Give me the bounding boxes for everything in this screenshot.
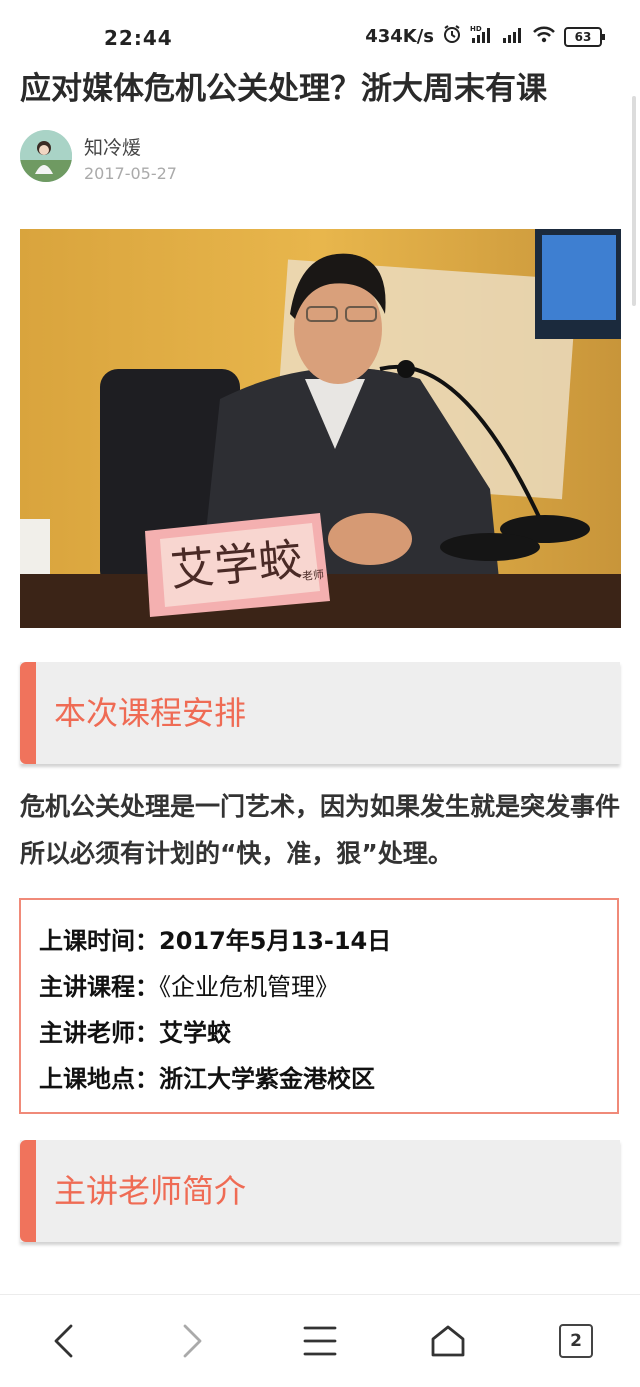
section-accent-bar xyxy=(20,662,36,764)
tabs-button[interactable]: 2 xyxy=(552,1317,600,1365)
course-time-value: 2017年5月13-14日 xyxy=(159,927,392,955)
section-accent-bar xyxy=(20,1140,36,1242)
forward-button[interactable] xyxy=(168,1317,216,1365)
network-speed: 434K/s xyxy=(365,26,434,47)
course-location-value: 浙江大学紫金港校区 xyxy=(159,1065,375,1093)
course-time-line: 上课时间：2017年5月13-14日 xyxy=(39,918,617,964)
course-location-label: 上课地点： xyxy=(39,1065,159,1093)
course-name-label: 主讲课程： xyxy=(39,973,159,1001)
section-heading-teacher-intro: 主讲老师简介 xyxy=(20,1140,620,1242)
section-heading-course-schedule: 本次课程安排 xyxy=(20,662,620,764)
wifi-icon xyxy=(532,24,556,49)
back-button[interactable] xyxy=(40,1317,88,1365)
section-heading-text: 本次课程安排 xyxy=(54,694,247,732)
status-time: 22:44 xyxy=(104,26,173,50)
menu-button[interactable] xyxy=(296,1317,344,1365)
tabs-icon: 2 xyxy=(559,1324,593,1358)
avatar[interactable] xyxy=(20,130,72,182)
course-name-value: 《企业危机管理》 xyxy=(159,973,339,1001)
back-icon xyxy=(54,1324,73,1358)
battery-icon: 63 xyxy=(564,26,605,47)
author-name[interactable]: 知冷煖 xyxy=(84,133,141,160)
article-title: 应对媒体危机公关处理？浙大周末有课 xyxy=(20,71,547,107)
browser-bottom-nav: 2 xyxy=(0,1294,640,1387)
menu-icon xyxy=(303,1326,337,1356)
course-time-label: 上课时间： xyxy=(39,927,159,955)
course-teacher-label: 主讲老师： xyxy=(39,1019,159,1047)
course-location-line: 上课地点：浙江大学紫金港校区 xyxy=(39,1056,617,1102)
course-teacher-value: 艾学蛟 xyxy=(159,1019,231,1047)
home-icon xyxy=(431,1325,465,1357)
section-heading-text: 主讲老师简介 xyxy=(54,1172,247,1210)
hd-signal-icon: HD xyxy=(470,24,494,49)
course-teacher-line: 主讲老师：艾学蛟 xyxy=(39,1010,617,1056)
article-photo: 艾学蛟 老师 xyxy=(20,229,621,628)
status-bar: 22:44 434K/s HD 63 xyxy=(0,0,640,60)
photo-nameplate-text: 艾学蛟 xyxy=(168,534,305,597)
alarm-icon xyxy=(442,24,462,49)
scrollbar[interactable] xyxy=(632,96,636,306)
svg-text:HD: HD xyxy=(470,25,482,33)
status-icons: 434K/s HD 63 xyxy=(365,24,605,49)
home-button[interactable] xyxy=(424,1317,472,1365)
publish-date: 2017-05-27 xyxy=(84,164,177,183)
photo-nameplate-suffix: 老师 xyxy=(301,568,325,583)
intro-paragraph: 危机公关处理是一门艺术，因为如果发生就是突发事件所以必须有计划的“快，准，狠”处… xyxy=(20,792,621,868)
course-info-box: 上课时间：2017年5月13-14日 主讲课程：《企业危机管理》 主讲老师：艾学… xyxy=(19,898,619,1114)
signal-icon xyxy=(502,24,524,49)
course-name-line: 主讲课程：《企业危机管理》 xyxy=(39,964,617,1010)
forward-icon xyxy=(183,1324,202,1358)
